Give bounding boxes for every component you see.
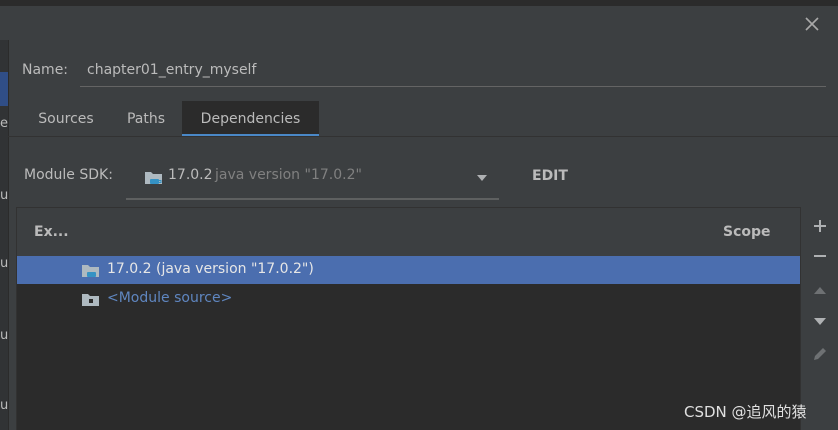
table-row[interactable]: 17.0.2 (java version "17.0.2") <box>17 256 800 284</box>
module-sdk-dropdown[interactable]: 17.0.2 java version "17.0.2" <box>126 160 499 200</box>
background-text-fragment: u <box>0 188 8 203</box>
background-text-fragment: u <box>0 256 8 271</box>
dialog-top-border <box>0 0 838 6</box>
pencil-icon <box>814 348 826 360</box>
minus-icon <box>814 255 826 257</box>
background-window-strip: e u u u u <box>0 40 9 430</box>
close-button[interactable] <box>800 12 824 36</box>
tab-label: Dependencies <box>200 111 301 127</box>
jdk-folder-icon <box>82 265 99 277</box>
tab-paths[interactable]: Paths <box>112 101 180 137</box>
column-header-export[interactable]: Ex... <box>34 224 69 240</box>
name-field[interactable]: chapter01_entry_myself <box>80 56 826 87</box>
background-text-fragment: u <box>0 328 8 343</box>
sdk-version-hint: java version "17.0.2" <box>215 167 362 183</box>
tabs-divider <box>8 136 838 137</box>
dependencies-table: Ex... Scope 17.0.2 (java version "17.0.2… <box>16 207 801 430</box>
sdk-version: 17.0.2 <box>168 167 213 183</box>
row-label: 17.0.2 (java version "17.0.2") <box>107 261 314 277</box>
column-header-scope[interactable]: Scope <box>723 224 771 240</box>
background-selection <box>0 72 8 106</box>
module-source-icon <box>82 294 99 306</box>
edit-dependency-button[interactable] <box>806 341 834 367</box>
arrow-up-icon <box>814 287 826 294</box>
name-label: Name: <box>22 62 69 78</box>
background-text-fragment: e <box>0 116 8 131</box>
close-icon <box>805 17 819 31</box>
table-row[interactable]: <Module source> <box>17 285 800 313</box>
arrow-down-icon <box>814 318 826 325</box>
move-down-button[interactable] <box>806 309 834 335</box>
row-label: <Module source> <box>107 290 233 306</box>
edit-sdk-button[interactable]: EDIT <box>532 168 568 184</box>
background-text-fragment: u <box>0 398 8 413</box>
watermark: CSDN @追风的猿 <box>684 403 807 421</box>
tab-label: Sources <box>38 111 94 127</box>
tab-dependencies[interactable]: Dependencies <box>182 101 319 137</box>
tab-label: Paths <box>126 111 166 127</box>
plus-icon <box>814 220 826 232</box>
add-dependency-button[interactable] <box>806 213 834 239</box>
module-sdk-label: Module SDK: <box>24 167 113 183</box>
chevron-down-icon <box>477 175 487 181</box>
table-header: Ex... Scope <box>17 208 800 256</box>
dependencies-toolbar <box>802 207 838 430</box>
move-up-button[interactable] <box>806 277 834 303</box>
name-field-value: chapter01_entry_myself <box>87 62 257 78</box>
remove-dependency-button[interactable] <box>806 243 834 269</box>
tab-sources[interactable]: Sources <box>22 101 110 137</box>
jdk-folder-icon <box>145 172 162 184</box>
